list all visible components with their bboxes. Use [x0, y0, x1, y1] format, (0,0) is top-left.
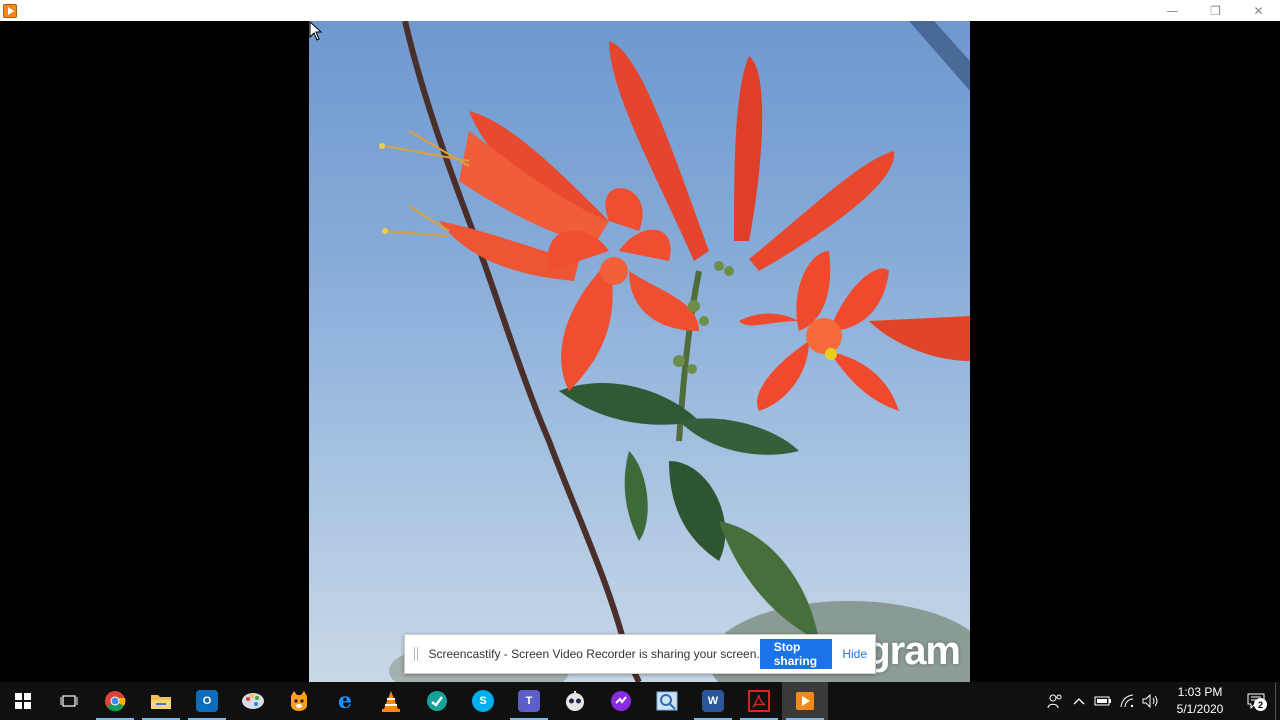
media-player-app-icon[interactable]: [3, 3, 17, 18]
video-stage[interactable]: gram: [0, 21, 1280, 682]
teal-check-icon: [427, 691, 447, 711]
taskbar-app-teal[interactable]: [414, 682, 460, 720]
skype-icon: S: [472, 690, 494, 712]
purple-app-icon: [611, 691, 631, 711]
chrome-icon: [105, 691, 126, 712]
wifi-glyph-icon: [1120, 694, 1134, 708]
stop-sharing-button[interactable]: Stop sharing: [759, 639, 833, 669]
ie-icon: e: [338, 688, 352, 714]
chevron-up-icon: [1073, 698, 1085, 705]
taskbar-purple-app[interactable]: [598, 682, 644, 720]
media-player-icon: [796, 692, 814, 710]
flower-photo: gram: [309, 21, 970, 682]
taskbar-paint[interactable]: [230, 682, 276, 720]
start-button[interactable]: [0, 682, 46, 720]
taskbar-skype[interactable]: S: [460, 682, 506, 720]
image-viewer-icon: [656, 691, 678, 711]
clock-time: 1:03 PM: [1177, 685, 1223, 699]
clock-date: 5/1/2020: [1176, 702, 1224, 716]
taskbar-word[interactable]: W: [690, 682, 736, 720]
taskbar-internet-explorer[interactable]: e: [322, 682, 368, 720]
system-tray: 1:03 PM 5/1/2020 2: [1043, 682, 1280, 720]
taskbar-clock[interactable]: 1:03 PM 5/1/2020: [1169, 684, 1231, 718]
taskbar-app-robot[interactable]: [552, 682, 598, 720]
teams-icon: T: [518, 690, 540, 712]
sharing-message: Screencastify - Screen Video Recorder is…: [428, 647, 760, 661]
window-titlebar: — ❐ ✕: [0, 0, 1280, 21]
hide-link[interactable]: Hide: [842, 647, 867, 661]
windows-icon: [15, 693, 31, 709]
vlc-cone-icon: [382, 691, 400, 712]
mouse-cursor-icon: [309, 21, 323, 41]
word-icon: W: [702, 690, 724, 712]
taskbar-media-player[interactable]: [782, 682, 828, 720]
taskbar-vlc[interactable]: [368, 682, 414, 720]
wifi-icon[interactable]: [1115, 682, 1139, 720]
notification-count-badge: 2: [1254, 698, 1267, 711]
taskbar-scratch[interactable]: [276, 682, 322, 720]
person-glyph-icon: [1047, 694, 1062, 709]
task-view-button[interactable]: [46, 682, 92, 720]
people-icon[interactable]: [1043, 682, 1067, 720]
windows-taskbar: O e S T W 1:03 PM 5/1/2020 2: [0, 682, 1280, 720]
show-hidden-icons-chevron-icon[interactable]: [1067, 682, 1091, 720]
taskbar-acrobat[interactable]: [736, 682, 782, 720]
robot-icon: [566, 691, 584, 711]
volume-icon[interactable]: [1139, 682, 1163, 720]
instagram-watermark: gram: [866, 629, 961, 673]
acrobat-icon: [748, 690, 770, 712]
screen-sharing-bar: Screencastify - Screen Video Recorder is…: [404, 634, 876, 674]
minimize-button[interactable]: —: [1151, 0, 1194, 21]
taskbar-file-explorer[interactable]: [138, 682, 184, 720]
outlook-icon: O: [196, 690, 218, 712]
action-center-button[interactable]: 2: [1237, 682, 1275, 720]
window-controls: — ❐ ✕: [1151, 0, 1280, 21]
taskbar-image-viewer[interactable]: [644, 682, 690, 720]
battery-icon[interactable]: [1091, 682, 1115, 720]
battery-glyph-icon: [1094, 696, 1111, 706]
cat-icon: [291, 691, 307, 711]
taskbar-outlook[interactable]: O: [184, 682, 230, 720]
task-view-icon: [60, 695, 78, 707]
honeysuckle-illustration: [379, 21, 970, 682]
speaker-glyph-icon: [1142, 694, 1158, 708]
restore-button[interactable]: ❐: [1194, 0, 1237, 21]
folder-icon: [151, 695, 171, 709]
taskbar-chrome[interactable]: [92, 682, 138, 720]
taskbar-teams[interactable]: T: [506, 682, 552, 720]
drag-handle[interactable]: [414, 647, 419, 661]
show-desktop-button[interactable]: [1275, 682, 1280, 720]
paint-icon: [242, 693, 264, 709]
close-button[interactable]: ✕: [1237, 0, 1280, 21]
